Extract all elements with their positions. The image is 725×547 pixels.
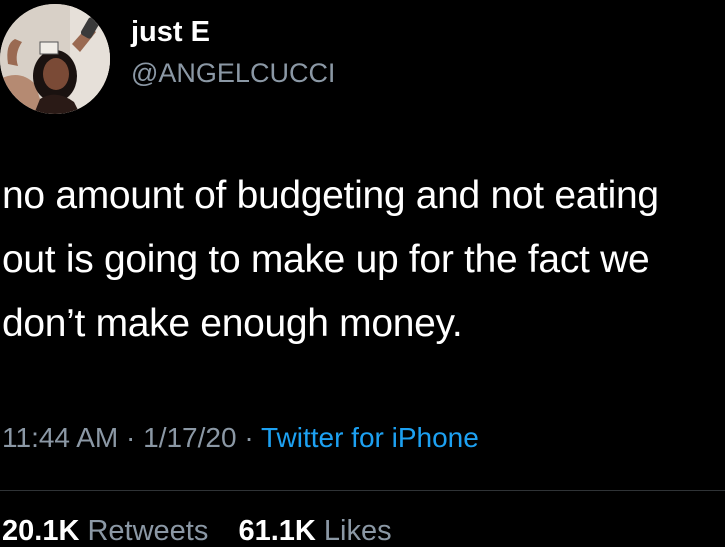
tweet-time[interactable]: 11:44 AM — [2, 422, 118, 453]
tweet-stats: 20.1K Retweets 61.1K Likes — [2, 517, 392, 546]
avatar[interactable] — [0, 4, 110, 114]
likes-count[interactable]: 61.1K — [238, 515, 315, 547]
tweet-meta: 11:44 AM · 1/17/20 · Twitter for iPhone — [2, 424, 479, 452]
meta-separator: · — [126, 422, 136, 453]
profile-photo-icon — [0, 4, 110, 114]
tweet-text: no amount of budgeting and not eating ou… — [2, 164, 722, 356]
retweets-count[interactable]: 20.1K — [2, 515, 79, 547]
tweet-source-link[interactable]: Twitter for iPhone — [261, 422, 479, 453]
likes-label[interactable]: Likes — [324, 515, 392, 547]
tweet-text-line: don’t make enough money. — [2, 302, 463, 345]
retweets-label[interactable]: Retweets — [87, 515, 208, 547]
tweet-text-line: no amount of budgeting and not eating — [2, 174, 659, 217]
divider — [0, 490, 725, 491]
tweet-card: just E @ANGELCUCCI no amount of budgetin… — [0, 0, 725, 546]
display-name[interactable]: just E — [131, 18, 210, 47]
user-handle[interactable]: @ANGELCUCCI — [131, 60, 335, 87]
tweet-text-line: out is going to make up for the fact we — [2, 238, 650, 281]
tweet-date[interactable]: 1/17/20 — [143, 422, 236, 453]
meta-separator: · — [244, 422, 254, 453]
